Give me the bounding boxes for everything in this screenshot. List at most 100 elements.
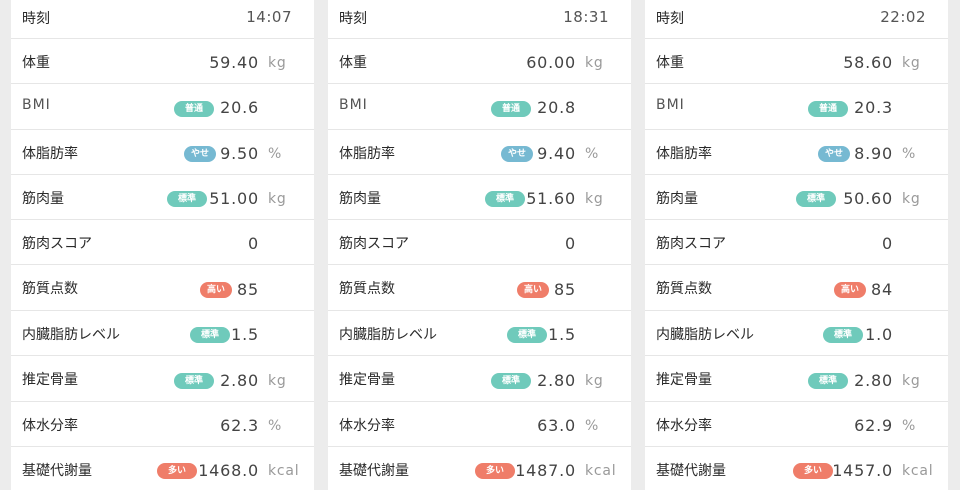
weight-value: 60.00	[526, 53, 576, 72]
bmr-value: 1457.0	[832, 461, 893, 480]
muscle-value: 51.60	[526, 189, 576, 208]
muscle-quality-label: 筋質点数	[656, 281, 712, 297]
muscle-score-value: 0	[565, 234, 576, 253]
row-body-fat: 体脂肪率 やせ 9.50 %	[11, 130, 314, 175]
muscle-value: 50.60	[843, 189, 893, 208]
muscle-unit: kg	[902, 191, 921, 207]
status-badge: 普通	[174, 101, 214, 117]
muscle-label: 筋肉量	[339, 191, 381, 207]
body-fat-unit: %	[268, 146, 283, 162]
row-weight: 体重 60.00 kg	[328, 39, 631, 84]
measurement-columns: 時刻 14:07 体重 59.40 kg BMI 普通 20.6 体脂肪率 やせ…	[0, 0, 960, 490]
time-label: 時刻	[22, 11, 50, 27]
bmi-label: BMI	[656, 97, 685, 113]
water-label: 体水分率	[656, 418, 712, 434]
row-bmi: BMI 普通 20.3	[645, 84, 948, 130]
weight-unit: kg	[902, 55, 921, 71]
body-fat-label: 体脂肪率	[656, 146, 712, 162]
status-badge: 多い	[157, 463, 197, 479]
bone-unit: kg	[585, 373, 604, 389]
row-visceral-fat: 内臓脂肪レベル 標準 1.0	[645, 311, 948, 356]
row-time: 時刻 18:31	[328, 0, 631, 39]
status-badge: 高い	[517, 282, 549, 298]
visceral-fat-value: 1.5	[231, 325, 259, 344]
water-unit: %	[902, 418, 917, 434]
water-value: 62.3	[220, 416, 259, 435]
row-time: 時刻 22:02	[645, 0, 948, 39]
measurement-card: 時刻 14:07 体重 59.40 kg BMI 普通 20.6 体脂肪率 やせ…	[11, 0, 314, 490]
weight-value: 58.60	[843, 53, 893, 72]
row-bone: 推定骨量 標準 2.80 kg	[328, 356, 631, 402]
row-visceral-fat: 内臓脂肪レベル 標準 1.5	[11, 311, 314, 356]
muscle-quality-label: 筋質点数	[22, 281, 78, 297]
muscle-score-label: 筋肉スコア	[656, 236, 726, 252]
body-fat-unit: %	[585, 146, 600, 162]
bmr-unit: kcal	[585, 463, 617, 479]
water-value: 62.9	[854, 416, 893, 435]
water-value: 63.0	[537, 416, 576, 435]
bone-value: 2.80	[854, 371, 893, 390]
muscle-unit: kg	[268, 191, 287, 207]
bmi-label: BMI	[22, 97, 51, 113]
bmr-label: 基礎代謝量	[339, 463, 409, 479]
visceral-fat-label: 内臓脂肪レベル	[22, 327, 120, 343]
row-muscle-score: 筋肉スコア 0	[328, 220, 631, 265]
measurement-card: 時刻 18:31 体重 60.00 kg BMI 普通 20.8 体脂肪率 やせ…	[328, 0, 631, 490]
bmr-value: 1468.0	[198, 461, 259, 480]
bmi-value: 20.3	[854, 98, 893, 117]
row-body-fat: 体脂肪率 やせ 8.90 %	[645, 130, 948, 175]
bmi-label: BMI	[339, 97, 368, 113]
row-muscle: 筋肉量 標準 51.60 kg	[328, 175, 631, 220]
status-badge: 標準	[190, 327, 230, 343]
bone-value: 2.80	[537, 371, 576, 390]
bmi-value: 20.8	[537, 98, 576, 117]
body-fat-value: 8.90	[854, 144, 893, 163]
status-badge: 標準	[491, 373, 531, 389]
muscle-label: 筋肉量	[656, 191, 698, 207]
visceral-fat-value: 1.0	[865, 325, 893, 344]
bone-unit: kg	[268, 373, 287, 389]
muscle-value: 51.00	[209, 189, 259, 208]
status-badge: 標準	[808, 373, 848, 389]
water-label: 体水分率	[22, 418, 78, 434]
measurement-card: 時刻 22:02 体重 58.60 kg BMI 普通 20.3 体脂肪率 やせ…	[645, 0, 948, 490]
status-badge: やせ	[818, 146, 850, 162]
row-weight: 体重 58.60 kg	[645, 39, 948, 84]
status-badge: 高い	[200, 282, 232, 298]
time-value: 22:02	[880, 8, 926, 26]
status-badge: 標準	[167, 191, 207, 207]
body-fat-label: 体脂肪率	[339, 146, 395, 162]
row-bmr: 基礎代謝量 多い 1487.0 kcal	[328, 447, 631, 490]
status-badge: 普通	[808, 101, 848, 117]
status-badge: 高い	[834, 282, 866, 298]
muscle-score-label: 筋肉スコア	[339, 236, 409, 252]
row-muscle-score: 筋肉スコア 0	[11, 220, 314, 265]
status-badge: 標準	[796, 191, 836, 207]
weight-value: 59.40	[209, 53, 259, 72]
weight-label: 体重	[22, 55, 50, 71]
row-bone: 推定骨量 標準 2.80 kg	[645, 356, 948, 402]
row-bmi: BMI 普通 20.8	[328, 84, 631, 130]
visceral-fat-label: 内臓脂肪レベル	[656, 327, 754, 343]
row-bone: 推定骨量 標準 2.80 kg	[11, 356, 314, 402]
status-badge: 標準	[823, 327, 863, 343]
muscle-quality-value: 85	[237, 280, 259, 299]
status-badge: 標準	[485, 191, 525, 207]
row-bmr: 基礎代謝量 多い 1457.0 kcal	[645, 447, 948, 490]
status-badge: 多い	[793, 463, 833, 479]
row-weight: 体重 59.40 kg	[11, 39, 314, 84]
time-label: 時刻	[656, 11, 684, 27]
row-body-fat: 体脂肪率 やせ 9.40 %	[328, 130, 631, 175]
bmr-label: 基礎代謝量	[656, 463, 726, 479]
muscle-score-label: 筋肉スコア	[22, 236, 92, 252]
status-badge: やせ	[501, 146, 533, 162]
bone-label: 推定骨量	[656, 372, 712, 388]
body-fat-unit: %	[902, 146, 917, 162]
body-fat-label: 体脂肪率	[22, 146, 78, 162]
muscle-unit: kg	[585, 191, 604, 207]
time-value: 18:31	[563, 8, 609, 26]
muscle-quality-value: 85	[554, 280, 576, 299]
water-unit: %	[268, 418, 283, 434]
row-muscle-quality: 筋質点数 高い 84	[645, 265, 948, 311]
bmi-value: 20.6	[220, 98, 259, 117]
